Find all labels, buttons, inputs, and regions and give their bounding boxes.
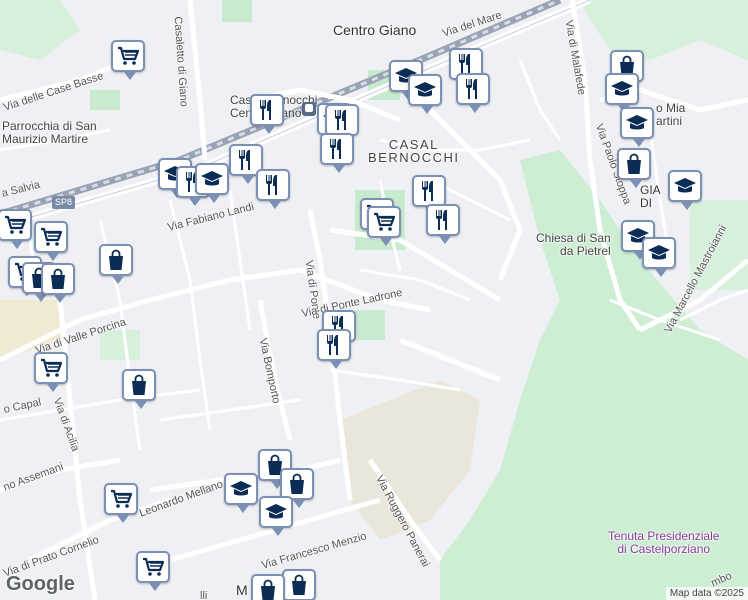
graduation-cap-icon: [414, 82, 436, 97]
label-mia-martini: o Mia artini: [656, 101, 686, 128]
restaurant-icon: [266, 175, 277, 195]
green-area-northwest: [0, 0, 80, 60]
map-attribution[interactable]: Map data ©2025: [665, 587, 748, 600]
label-casal-bernocchi: CASAL BERNOCCHI: [368, 137, 460, 165]
shopping-cart-marker[interactable]: [111, 40, 145, 80]
label-tenuta-castelporziano: Tenuta Presidenziale di Castelporziano: [608, 529, 720, 556]
shopping-cart-marker[interactable]: [367, 206, 401, 246]
restaurant-icon: [422, 181, 433, 201]
graduation-cap-marker[interactable]: [408, 74, 442, 114]
restaurant-icon: [260, 100, 271, 120]
restaurant-marker[interactable]: [426, 204, 460, 244]
google-logo: Google: [6, 573, 75, 595]
shopping-bag-icon: [290, 473, 304, 494]
graduation-cap-icon: [674, 178, 696, 193]
graduation-cap-icon: [201, 171, 223, 186]
graduation-cap-marker[interactable]: [224, 473, 258, 513]
restaurant-marker[interactable]: [320, 133, 354, 173]
park-block: [90, 90, 120, 110]
shopping-bag-icon: [627, 153, 641, 174]
shopping-bag-icon: [292, 574, 306, 595]
green-area-north: [580, 0, 748, 60]
shopping-cart-icon: [143, 557, 165, 576]
shopping-cart-marker[interactable]: [104, 483, 138, 523]
shopping-cart-icon: [41, 227, 63, 246]
label-centro-giano: Centro Giano: [333, 22, 417, 38]
restaurant-marker[interactable]: [256, 169, 290, 209]
restaurant-icon: [466, 79, 477, 99]
restaurant-marker[interactable]: [250, 94, 284, 134]
restaurant-marker[interactable]: [317, 329, 351, 369]
shopping-bag-marker[interactable]: [122, 369, 156, 409]
shopping-cart-icon: [374, 212, 396, 231]
shopping-bag-icon: [109, 249, 123, 270]
restaurant-icon: [436, 210, 447, 230]
label-bottom-m: M: [236, 582, 248, 598]
restaurant-icon: [335, 110, 346, 130]
graduation-cap-marker[interactable]: [195, 163, 229, 203]
shopping-bag-marker[interactable]: [617, 148, 651, 188]
shopping-cart-icon: [41, 358, 63, 377]
shopping-bag-marker[interactable]: [41, 263, 75, 303]
graduation-cap-marker[interactable]: [642, 237, 676, 277]
shopping-cart-marker[interactable]: [34, 352, 68, 392]
shopping-cart-marker[interactable]: [34, 221, 68, 261]
restaurant-icon: [327, 335, 338, 355]
graduation-cap-marker[interactable]: [620, 107, 654, 147]
park-block: [355, 310, 385, 340]
shopping-bag-marker[interactable]: [282, 569, 316, 600]
graduation-cap-icon: [265, 504, 287, 519]
label-chiesa: Chiesa di San da Pietrel: [536, 231, 611, 258]
map-view[interactable]: Centro Giano Via del Mare Via di Malafed…: [0, 0, 748, 600]
graduation-cap-icon: [230, 481, 252, 496]
park-block: [222, 0, 252, 22]
train-station-icon[interactable]: [302, 102, 316, 116]
shopping-cart-icon: [118, 46, 140, 65]
shopping-bag-marker[interactable]: [99, 244, 133, 284]
graduation-cap-marker[interactable]: [668, 170, 702, 210]
shopping-bag-icon: [132, 374, 146, 395]
shopping-bag-icon: [261, 579, 275, 600]
shopping-cart-icon: [5, 215, 27, 234]
restaurant-icon: [239, 150, 250, 170]
shopping-bag-icon: [51, 268, 65, 289]
graduation-cap-icon: [648, 245, 670, 260]
graduation-cap-icon: [611, 81, 633, 96]
shopping-cart-marker[interactable]: [136, 551, 170, 591]
label-sp8: SP8: [52, 196, 76, 209]
shopping-bag-marker[interactable]: [251, 574, 285, 600]
label-parrocchia: Parrocchia di San Maurizio Martire: [2, 119, 97, 146]
restaurant-marker[interactable]: [456, 73, 490, 113]
label-bottom-lli: lli: [200, 590, 208, 600]
restaurant-icon: [330, 139, 341, 159]
graduation-cap-marker[interactable]: [259, 496, 293, 536]
shopping-cart-icon: [111, 489, 133, 508]
graduation-cap-icon: [626, 115, 648, 130]
shopping-cart-marker[interactable]: [0, 209, 32, 249]
